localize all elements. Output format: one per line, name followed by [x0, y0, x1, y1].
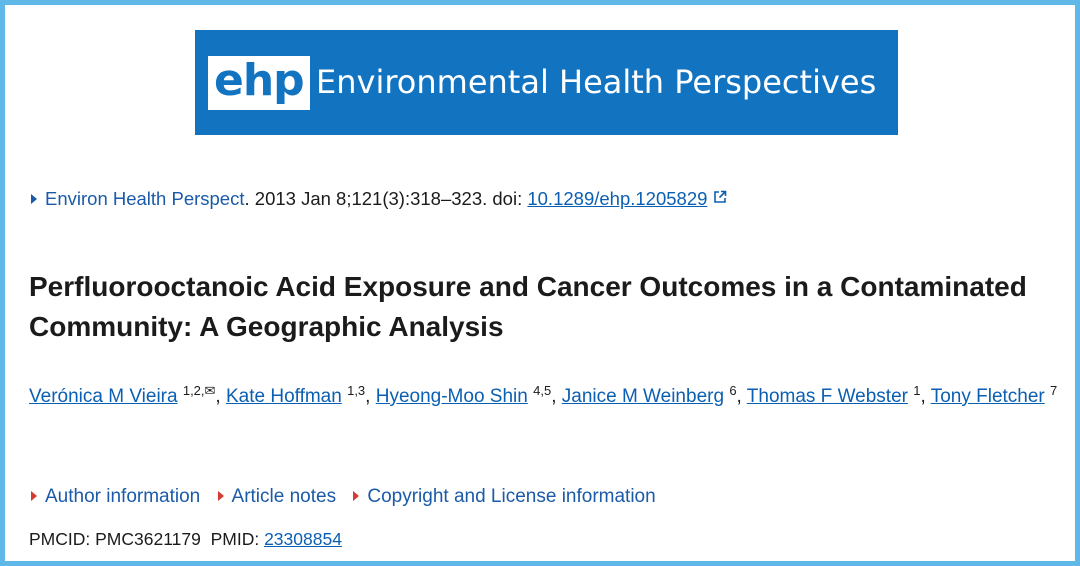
- author-list: Verónica M Vieira 1,2,✉, Kate Hoffman 1,…: [29, 383, 1058, 407]
- pmid-label: PMID:: [210, 529, 265, 549]
- ehp-logo-text: ehp: [208, 55, 310, 110]
- author-link[interactable]: Verónica M Vieira: [29, 386, 178, 407]
- journal-banner[interactable]: ehp Environmental Health Perspectives: [195, 30, 898, 135]
- author-information-toggle[interactable]: Author information: [45, 486, 200, 507]
- author-affiliation[interactable]: 1: [913, 383, 920, 398]
- article-title: Perfluorooctanoic Acid Exposure and Canc…: [29, 271, 1027, 342]
- ehp-logo: ehp: [208, 55, 310, 110]
- screenshot-frame: ehp Environmental Health Perspectives En…: [0, 0, 1080, 566]
- pmcid-label: PMCID:: [29, 529, 96, 549]
- article-identifiers: PMCID: PMC3621179 PMID: 23308854: [29, 526, 342, 552]
- author-affiliation[interactable]: 1,3: [347, 383, 365, 398]
- citation-details: . 2013 Jan 8;121(3):318–323. doi:: [244, 188, 528, 209]
- journal-banner-title: Environmental Health Perspectives: [316, 63, 877, 101]
- author-link[interactable]: Kate Hoffman: [226, 386, 342, 407]
- article-notes-toggle[interactable]: Article notes: [232, 486, 337, 507]
- copyright-license-toggle[interactable]: Copyright and License information: [367, 486, 655, 507]
- expand-triangle-icon: [217, 490, 224, 501]
- author-link[interactable]: Janice M Weinberg: [562, 386, 724, 407]
- expand-triangle-icon: [31, 490, 37, 501]
- doi-link[interactable]: 10.1289/ehp.1205829: [527, 188, 707, 209]
- author-affiliation[interactable]: 7: [1050, 383, 1057, 398]
- author-link[interactable]: Tony Fletcher: [931, 386, 1045, 407]
- pmcid-value: PMC3621179: [95, 529, 201, 549]
- author-affiliation[interactable]: 6: [729, 383, 736, 398]
- journal-name-link[interactable]: Environ Health Perspect: [45, 188, 245, 209]
- pmid-link[interactable]: 23308854: [264, 529, 342, 549]
- author-link[interactable]: Hyeong-Moo Shin: [376, 386, 528, 407]
- expand-triangle-icon: [31, 194, 37, 205]
- author-affiliation[interactable]: 4,5: [533, 383, 551, 398]
- author-link[interactable]: Thomas F Webster: [747, 386, 908, 407]
- article-info-accordions: Author information Article notes Copyrig…: [31, 484, 668, 510]
- author-affiliation[interactable]: 1,2,✉: [183, 383, 216, 398]
- expand-triangle-icon: [353, 490, 360, 501]
- external-link-icon[interactable]: [713, 185, 727, 211]
- citation-line: Environ Health Perspect. 2013 Jan 8;121(…: [31, 186, 727, 213]
